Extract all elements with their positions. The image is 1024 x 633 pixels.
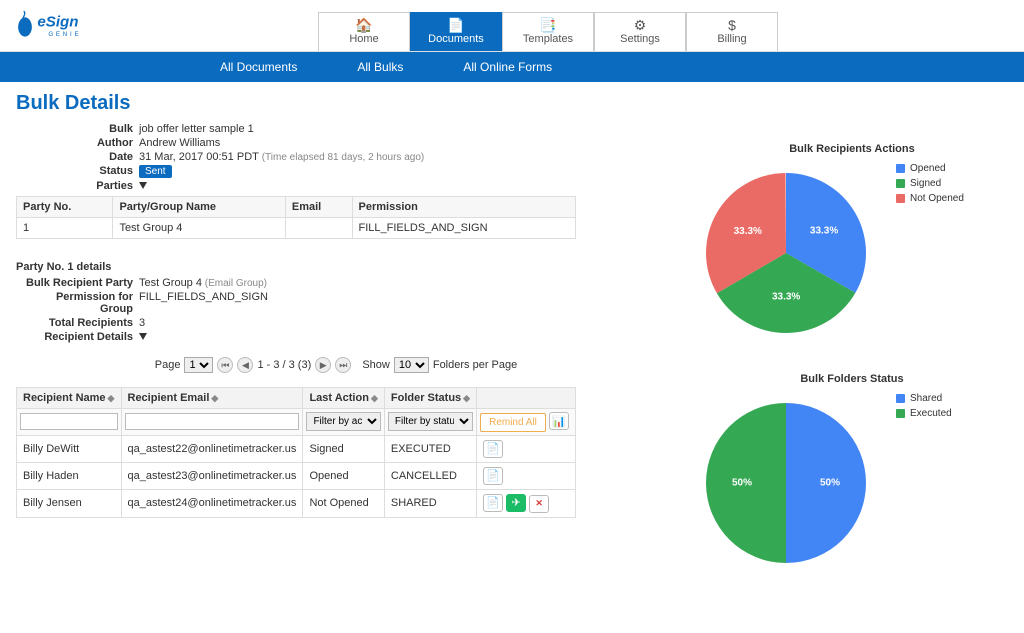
documents-icon: 📄 xyxy=(411,17,501,33)
nav-tab-home[interactable]: 🏠Home xyxy=(318,12,410,51)
party-th: Email xyxy=(285,197,352,218)
meta-date-value: 31 Mar, 2017 00:51 PDT (Time elapsed 81 … xyxy=(139,151,424,163)
table-row: Billy Hadenqa_astest23@onlinetimetracker… xyxy=(17,462,576,489)
per-page-select[interactable]: 10 xyxy=(394,357,429,373)
cancel-icon[interactable]: ✕ xyxy=(529,495,549,513)
subnav-all-documents[interactable]: All Documents xyxy=(220,60,297,74)
subnav-all-bulks[interactable]: All Bulks xyxy=(357,60,403,74)
filter-status-select[interactable]: Filter by status xyxy=(388,412,473,431)
meta-status-label: Status xyxy=(24,165,139,178)
svg-text:33.3%: 33.3% xyxy=(810,226,838,237)
grid-th[interactable]: Recipient Name◆ xyxy=(17,388,122,409)
nav-label: Home xyxy=(349,33,378,45)
grid-th[interactable]: Recipient Email◆ xyxy=(121,388,303,409)
pager-last-button[interactable]: ⏭ xyxy=(335,357,351,373)
doc-icon[interactable]: 📄 xyxy=(483,440,503,458)
table-row: Billy DeWittqa_astest22@onlinetimetracke… xyxy=(17,435,576,462)
detail-value: Test Group 4 (Email Group) xyxy=(139,277,267,289)
svg-text:eSign: eSign xyxy=(37,13,78,30)
chart-bulk-recipients-actions: Bulk Recipients Actions 33.3% 33.3% 33.3% Op… xyxy=(696,143,1008,343)
detail-value xyxy=(139,331,147,343)
legend-item: Signed xyxy=(896,178,964,189)
subnav-all-online-forms[interactable]: All Online Forms xyxy=(463,60,552,74)
meta-date-label: Date xyxy=(24,151,139,163)
meta-author-value: Andrew Williams xyxy=(139,137,220,149)
svg-text:GENIE: GENIE xyxy=(48,31,81,38)
svg-text:50%: 50% xyxy=(820,478,840,489)
party-th: Permission xyxy=(352,197,575,218)
grid-th[interactable] xyxy=(477,388,576,409)
pager-first-button[interactable]: ⏮ xyxy=(217,357,233,373)
nav-tab-billing[interactable]: $Billing xyxy=(686,12,778,51)
status-badge: Sent xyxy=(139,165,172,178)
page-title: Bulk Details xyxy=(16,92,1008,115)
svg-text:33.3%: 33.3% xyxy=(772,292,800,303)
pager-range: 1 - 3 / 3 (3) xyxy=(257,359,311,371)
pie-chart: 50% 50% xyxy=(696,393,876,573)
pager-next-button[interactable]: ▶ xyxy=(315,357,331,373)
chart-title: Bulk Folders Status xyxy=(696,373,1008,385)
filter-email-input[interactable] xyxy=(125,413,300,430)
grid-th[interactable]: Last Action◆ xyxy=(303,388,384,409)
recipients-grid: Recipient Name◆Recipient Email◆Last Acti… xyxy=(16,387,576,518)
export-icon[interactable]: 📊 xyxy=(549,412,569,430)
filter-name-input[interactable] xyxy=(20,413,118,430)
detail-label: Total Recipients xyxy=(24,317,139,329)
nav-label: Settings xyxy=(620,33,660,45)
chart-legend: Opened Signed Not Opened xyxy=(896,163,964,208)
settings-icon: ⚙ xyxy=(595,17,685,33)
party-table: Party No.Party/Group NameEmailPermission… xyxy=(16,196,576,239)
nav-label: Templates xyxy=(523,33,573,45)
pager: Page 1 ⏮ ◀ 1 - 3 / 3 (3) ▶ ⏭ Show 10 Fol… xyxy=(16,357,656,373)
meta-bulk-value: job offer letter sample 1 xyxy=(139,123,254,135)
legend-item: Shared xyxy=(896,393,952,404)
party-detail-title: Party No. 1 details xyxy=(16,261,656,273)
detail-label: Recipient Details xyxy=(24,331,139,343)
pager-prev-button[interactable]: ◀ xyxy=(237,357,253,373)
legend-item: Opened xyxy=(896,163,964,174)
templates-icon: 📑 xyxy=(503,17,593,33)
page-select[interactable]: 1 xyxy=(184,357,213,373)
remind-all-button[interactable]: Remind All xyxy=(480,413,546,432)
chart-title: Bulk Recipients Actions xyxy=(696,143,1008,155)
doc-icon[interactable]: 📄 xyxy=(483,494,503,512)
pie-chart: 33.3% 33.3% 33.3% xyxy=(696,163,876,343)
party-row: 1Test Group 4FILL_FIELDS_AND_SIGN xyxy=(17,218,576,239)
party-th: Party No. xyxy=(17,197,113,218)
detail-value: FILL_FIELDS_AND_SIGN xyxy=(139,291,268,315)
grid-th[interactable]: Folder Status◆ xyxy=(384,388,476,409)
brand-logo[interactable]: eSign GENIE xyxy=(0,3,138,51)
home-icon: 🏠 xyxy=(319,17,409,33)
meta-parties-label: Parties xyxy=(24,180,139,192)
table-row: Billy Jensenqa_astest24@onlinetimetracke… xyxy=(17,489,576,517)
chart-legend: Shared Executed xyxy=(896,393,952,423)
nav-tab-templates[interactable]: 📑Templates xyxy=(502,12,594,51)
legend-item: Not Opened xyxy=(896,193,964,204)
arrow-down-icon xyxy=(139,333,147,340)
nav-tab-documents[interactable]: 📄Documents xyxy=(410,12,502,51)
legend-item: Executed xyxy=(896,408,952,419)
meta-author-label: Author xyxy=(24,137,139,149)
svg-text:33.3%: 33.3% xyxy=(734,226,762,237)
nav-label: Billing xyxy=(717,33,746,45)
filter-action-select[interactable]: Filter by action xyxy=(306,412,380,431)
detail-value: 3 xyxy=(139,317,145,329)
svg-text:50%: 50% xyxy=(732,478,752,489)
chart-bulk-folders-status: Bulk Folders Status 50% 50% Shared Executed xyxy=(696,373,1008,573)
detail-label: Bulk Recipient Party xyxy=(24,277,139,289)
nav-label: Documents xyxy=(428,33,484,45)
arrow-down-icon xyxy=(139,182,147,189)
doc-icon[interactable]: 📄 xyxy=(483,467,503,485)
nav-tab-settings[interactable]: ⚙Settings xyxy=(594,12,686,51)
billing-icon: $ xyxy=(687,17,777,33)
send-icon[interactable]: ✈ xyxy=(506,494,526,512)
party-th: Party/Group Name xyxy=(113,197,285,218)
detail-label: Permission for Group xyxy=(24,291,139,315)
meta-bulk-label: Bulk xyxy=(24,123,139,135)
